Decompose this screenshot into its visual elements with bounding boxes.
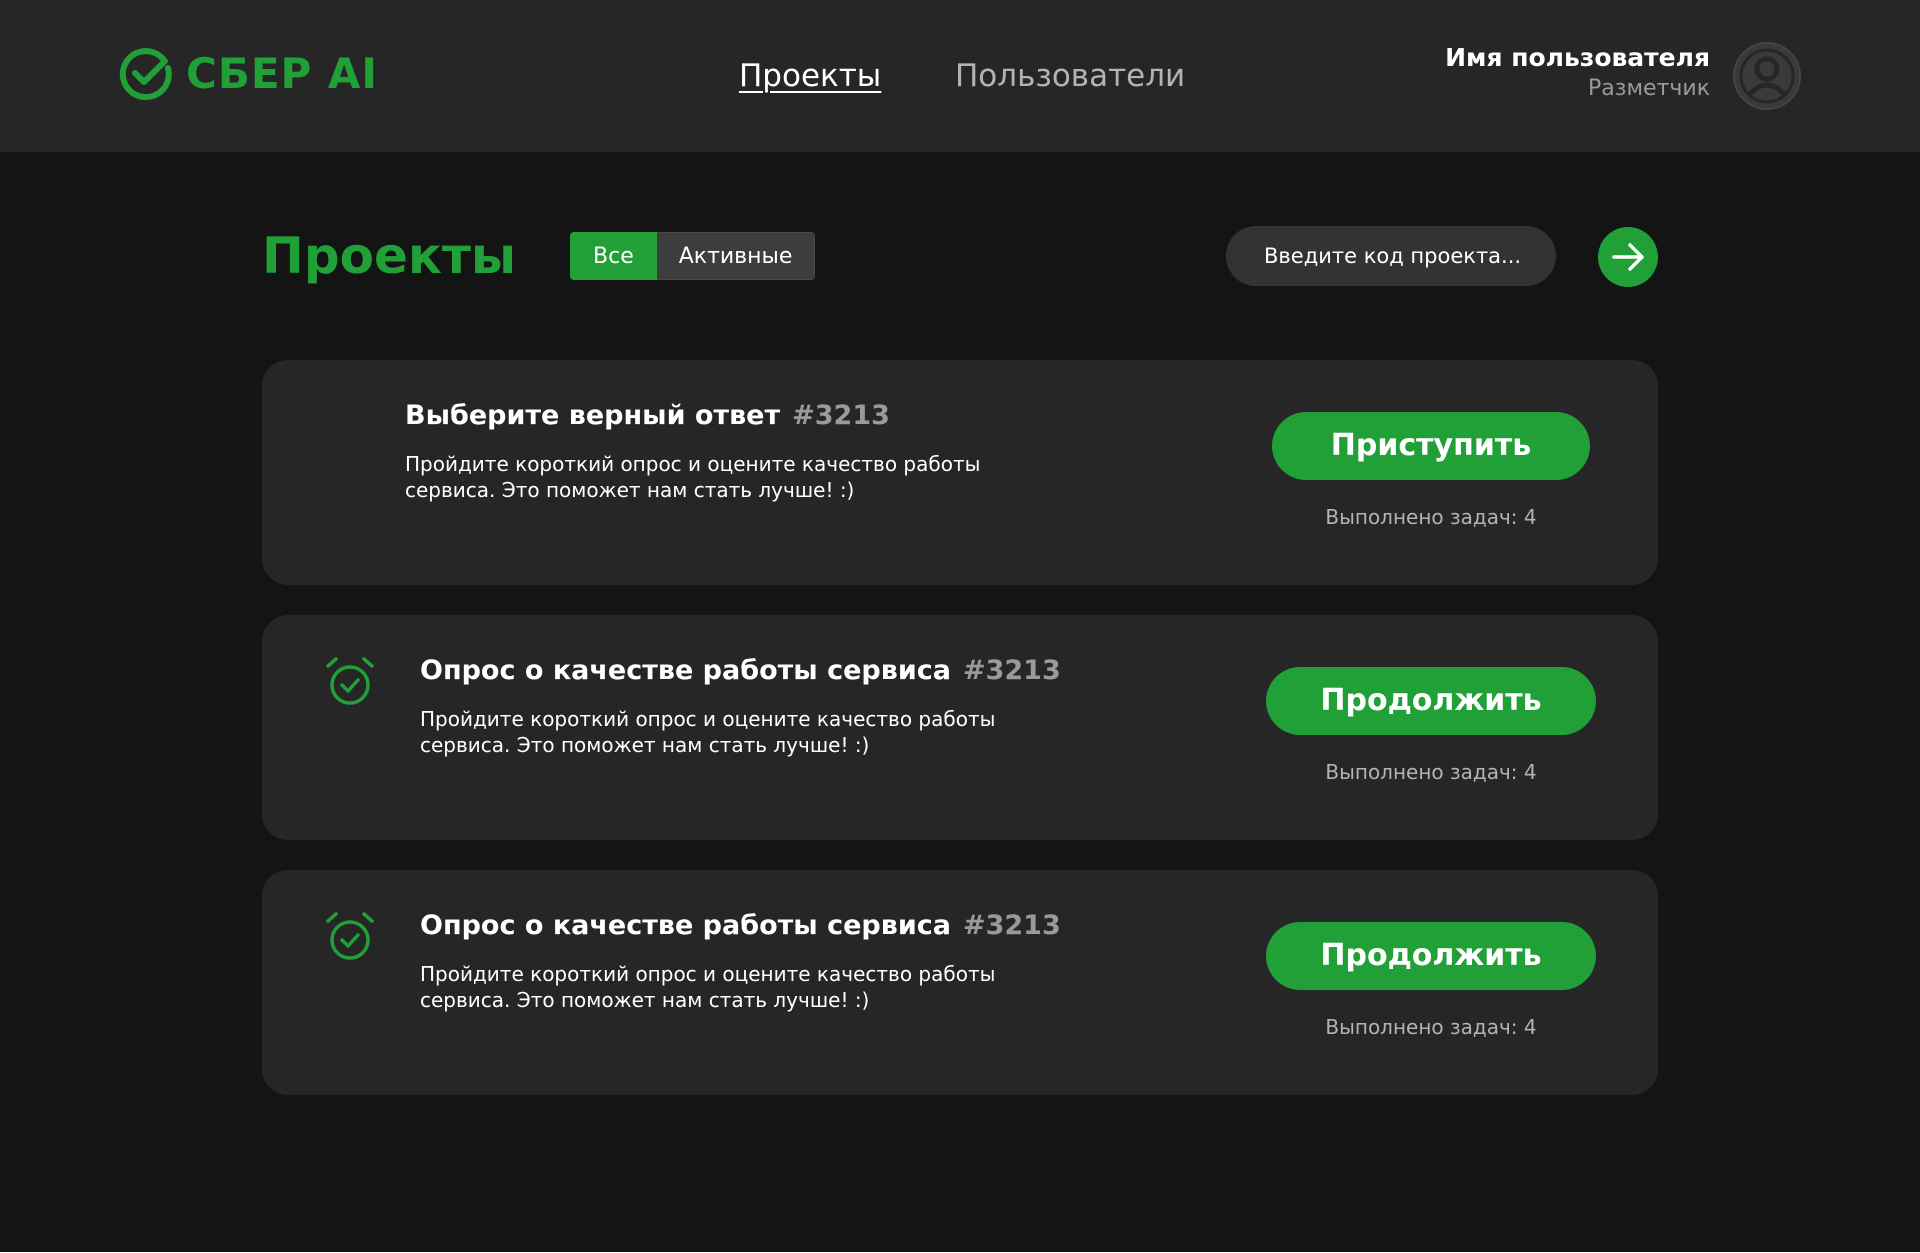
page-title: Проекты (262, 227, 517, 285)
top-bar: СБЕР AI Проекты Пользователи Имя пользов… (0, 0, 1920, 152)
filter-all-button[interactable]: Все (570, 232, 657, 280)
project-card: Опрос о качестве работы сервиса #3213 Про… (262, 615, 1658, 840)
project-description: Пройдите короткий опрос и оцените качест… (420, 962, 996, 1012)
card-heading: Опрос о качестве работы сервиса #3213 (420, 906, 1061, 949)
user-name: Имя пользователя (1445, 43, 1710, 72)
continue-button[interactable]: Продолжить (1266, 667, 1596, 735)
user-avatar-icon[interactable] (1733, 42, 1801, 110)
arrow-right-icon (1612, 243, 1644, 271)
card-content: Опрос о качестве работы сервиса #3213 Про… (420, 906, 1061, 1013)
tasks-done-count: Выполнено задач: 4 (1325, 760, 1537, 784)
project-description: Пройдите короткий опрос и оцените качест… (405, 452, 981, 502)
card-heading: Опрос о качестве работы сервиса #3213 (420, 651, 1061, 694)
avatar-silhouette-icon (1739, 48, 1795, 104)
alarm-check-icon (326, 657, 374, 705)
card-content: Выберите верный ответ #3213 Пройдите коро… (405, 396, 1025, 503)
project-title: Опрос о качестве работы сервиса (420, 910, 951, 941)
card-action: Продолжить Выполнено задач: 4 (1263, 667, 1599, 785)
card-action: Приступить Выполнено задач: 4 (1263, 412, 1599, 530)
card-heading: Выберите верный ответ #3213 (405, 396, 1025, 439)
alarm-check-icon (326, 912, 374, 960)
sber-logo-icon (119, 48, 172, 101)
project-code: #3213 (962, 655, 1061, 686)
project-card: Опрос о качестве работы сервиса #3213 Про… (262, 870, 1658, 1095)
project-card: Выберите верный ответ #3213 Пройдите коро… (262, 360, 1658, 585)
nav-item-projects[interactable]: Проекты (739, 54, 881, 98)
card-action: Продолжить Выполнено задач: 4 (1263, 922, 1599, 1040)
filter-active-button[interactable]: Активные (656, 232, 816, 280)
tasks-done-count: Выполнено задач: 4 (1325, 505, 1537, 529)
project-filter: Все Активные (570, 232, 816, 280)
tasks-done-count: Выполнено задач: 4 (1325, 1015, 1537, 1039)
project-code: #3213 (962, 910, 1061, 941)
project-title: Выберите верный ответ (405, 400, 781, 431)
brand-name: СБЕР AI (186, 49, 379, 98)
project-code: #3213 (792, 400, 890, 431)
project-title: Опрос о качестве работы сервиса (420, 655, 951, 686)
user-info: Имя пользователя Разметчик (1445, 42, 1710, 104)
logo[interactable]: СБЕР AI (118, 46, 378, 102)
card-content: Опрос о качестве работы сервиса #3213 Про… (420, 651, 1061, 758)
go-button[interactable] (1598, 227, 1658, 287)
continue-button[interactable]: Продолжить (1266, 922, 1596, 990)
page: СБЕР AI Проекты Пользователи Имя пользов… (0, 0, 1920, 1253)
project-code-input[interactable] (1226, 226, 1556, 286)
project-description: Пройдите короткий опрос и оцените качест… (420, 707, 996, 757)
user-role: Разметчик (1588, 76, 1710, 101)
nav-item-users[interactable]: Пользователи (955, 54, 1185, 98)
start-button[interactable]: Приступить (1272, 412, 1590, 480)
